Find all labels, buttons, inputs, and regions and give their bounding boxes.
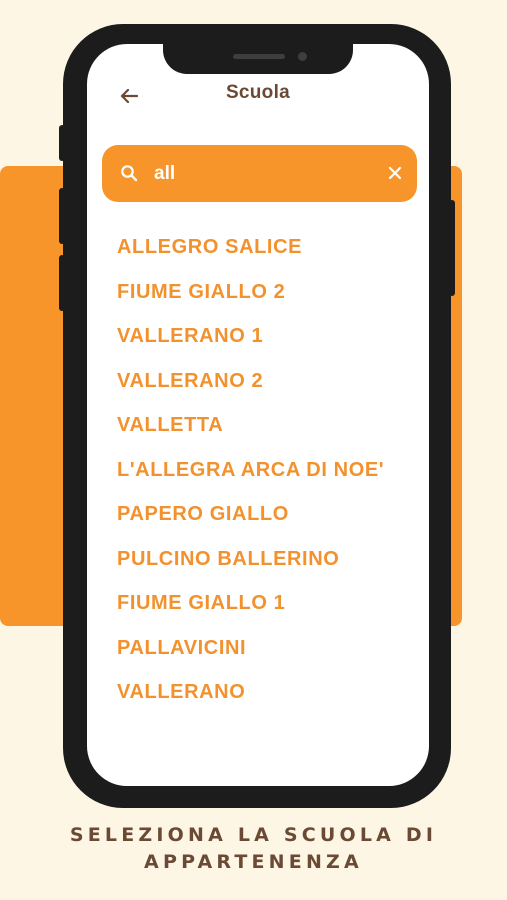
caption-line-2: APPARTENENZA [144,851,363,873]
list-item[interactable]: FIUME GIALLO 2 [117,277,397,307]
phone-side-button [59,188,65,244]
page-title: Scuola [225,82,291,103]
phone-side-button [59,125,65,161]
phone-side-button [59,255,65,311]
phone-side-button [449,200,455,296]
list-item[interactable]: L'ALLEGRA ARCA DI NOE' [117,455,397,485]
phone-speaker [233,54,285,59]
results-list: ALLEGRO SALICE FIUME GIALLO 2 VALLERANO … [117,232,397,722]
list-item[interactable]: VALLETTA [117,410,397,440]
caption-text: SELEZIONA LA SCUOLA DI APPARTENENZA [0,822,507,876]
app-screen: Scuola ALLEGRO SALICE FIUME GIALLO 2 VAL… [87,44,429,786]
close-icon [388,166,402,180]
list-item[interactable]: FIUME GIALLO 1 [117,588,397,618]
search-icon [120,164,138,182]
clear-search-button[interactable] [386,164,404,182]
search-bar[interactable] [102,145,417,202]
list-item[interactable]: VALLERANO [117,677,397,707]
list-item[interactable]: ALLEGRO SALICE [117,232,397,262]
list-item[interactable]: VALLERANO 2 [117,366,397,396]
phone-notch [163,24,353,74]
list-item[interactable]: VALLERANO 1 [117,321,397,351]
caption-line-1: SELEZIONA LA SCUOLA DI [69,824,438,846]
list-item[interactable]: PAPERO GIALLO [117,499,397,529]
list-item[interactable]: PULCINO BALLERINO [117,544,397,574]
list-item[interactable]: PALLAVICINI [117,633,397,663]
search-input[interactable] [154,157,374,191]
phone-camera [298,52,307,61]
